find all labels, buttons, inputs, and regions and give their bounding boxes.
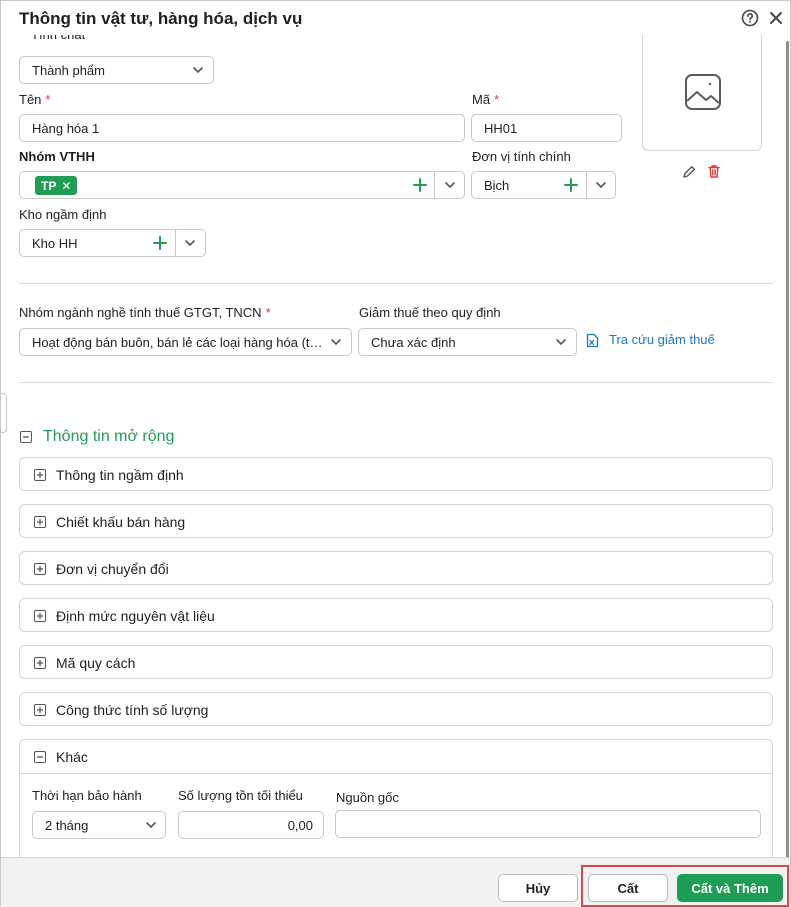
separator [434,172,435,198]
nhom-nganh-label: Nhóm ngành nghề tính thuế GTGT, TNCN * [19,305,271,320]
so-luong-ton-input[interactable]: 0,00 [178,811,324,839]
nhom-nganh-select[interactable]: Hoạt động bán buôn, bán lẻ các loại hàng… [19,328,352,356]
accordion-label: Khác [56,749,88,765]
tag-label: TP [41,178,57,193]
ma-input[interactable]: HH01 [471,114,622,142]
side-handle[interactable] [1,393,7,433]
cancel-button[interactable]: Hủy [498,874,578,902]
close-icon [770,12,782,24]
accordion-khac: Khác Thời hạn bảo hành 2 tháng Số lượng … [19,739,773,861]
accordion-chiet-khau[interactable]: Chiết khấu bán hàng [19,504,773,538]
nhom-vthh-select[interactable]: TP ✕ [19,171,465,199]
help-circle-icon [741,9,759,27]
tinh-chat-value: Thành phẩm [32,63,105,78]
dialog-header: Thông tin vật tư, hàng hóa, dịch vụ [1,1,790,35]
add-kho-icon[interactable] [152,235,168,251]
scrollbar[interactable] [786,41,789,859]
collapse-icon[interactable] [20,431,32,443]
accordion-ma-quy-cach[interactable]: Mã quy cách [19,645,773,679]
kho-label: Kho ngầm định [19,207,107,222]
nguon-goc-label: Nguồn gốc [336,790,399,805]
divider [19,382,773,383]
highlight-frame [581,865,789,907]
accordion-label: Chiết khấu bán hàng [56,514,186,530]
accordion-cong-thuc[interactable]: Công thức tính số lượng [19,692,773,726]
expand-icon [34,704,46,716]
ma-value: HH01 [484,121,518,136]
expand-icon [34,610,46,622]
chevron-down-icon[interactable] [183,236,197,250]
divider [19,283,773,284]
ten-value: Hàng hóa 1 [32,121,100,136]
thong-tin-mo-rong-title[interactable]: Thông tin mở rộng [43,428,174,446]
tag-remove-icon[interactable]: ✕ [61,179,71,193]
ten-input[interactable]: Hàng hóa 1 [19,114,465,142]
add-nhom-icon[interactable] [412,177,428,193]
dialog-title: Thông tin vật tư, hàng hóa, dịch vụ [19,9,303,28]
thoi-han-label: Thời hạn bảo hành [32,788,142,803]
chevron-down-icon [146,822,156,829]
expand-icon [34,469,46,481]
tinh-chat-select[interactable]: Thành phẩm [19,56,214,84]
chevron-down-icon [193,67,203,74]
add-don-vi-icon[interactable] [563,177,579,193]
giam-thue-label: Giảm thuế theo quy định [359,305,501,320]
giam-thue-select[interactable]: Chưa xác định [358,328,577,356]
close-button[interactable] [766,8,786,28]
don-vi-tinh-value: Bịch [484,178,510,193]
tag-tp: TP ✕ [35,176,78,195]
kho-value: Kho HH [32,236,78,251]
accordion-don-vi-chuyen-doi[interactable]: Đơn vị chuyển đổi [19,551,773,585]
kho-select[interactable]: Kho HH [19,229,206,257]
delete-image-icon[interactable] [707,164,721,179]
don-vi-tinh-label: Đơn vị tính chính [472,149,571,164]
image-placeholder-icon [685,74,721,110]
separator [175,230,176,256]
excel-file-icon[interactable] [586,333,599,348]
help-button[interactable] [740,8,760,28]
accordion-label: Định mức nguyên vật liệu [56,608,215,624]
accordion-label: Mã quy cách [56,655,136,671]
accordion-khac-header[interactable]: Khác [20,740,772,774]
product-image-box[interactable] [642,33,762,151]
expand-icon [34,516,46,528]
tra-cuu-giam-thue-link[interactable]: Tra cứu giảm thuế [609,332,715,347]
so-luong-ton-label: Số lượng tồn tối thiểu [178,788,303,803]
chevron-down-icon [331,339,341,346]
chevron-down-icon [556,339,566,346]
so-luong-ton-value: 0,00 [287,818,313,833]
ma-label: Mã * [472,92,500,107]
accordion-label: Công thức tính số lượng [56,702,209,718]
accordion-label: Thông tin ngầm định [56,467,184,483]
thoi-han-select[interactable]: 2 tháng [32,811,166,839]
chevron-down-icon[interactable] [443,178,457,192]
separator [586,172,587,198]
nhom-vthh-label: Nhóm VTHH [19,149,95,164]
accordion-dinh-muc[interactable]: Định mức nguyên vật liệu [19,598,773,632]
giam-thue-value: Chưa xác định [371,335,456,350]
collapse-icon [34,751,46,763]
chevron-down-icon[interactable] [594,178,608,192]
edit-image-icon[interactable] [682,165,696,179]
nhom-nganh-value: Hoạt động bán buôn, bán lẻ các loại hàng… [32,335,324,350]
thoi-han-value: 2 tháng [45,818,89,833]
nguon-goc-input[interactable] [335,810,761,838]
don-vi-tinh-select[interactable]: Bịch [471,171,616,199]
product-info-dialog: Thông tin vật tư, hàng hóa, dịch vụ Tính… [0,0,791,907]
ten-label: Tên * [19,92,51,107]
accordion-thong-tin-ngam-dinh[interactable]: Thông tin ngầm định [19,457,773,491]
expand-icon [34,563,46,575]
accordion-label: Đơn vị chuyển đổi [56,561,169,577]
expand-icon [34,657,46,669]
